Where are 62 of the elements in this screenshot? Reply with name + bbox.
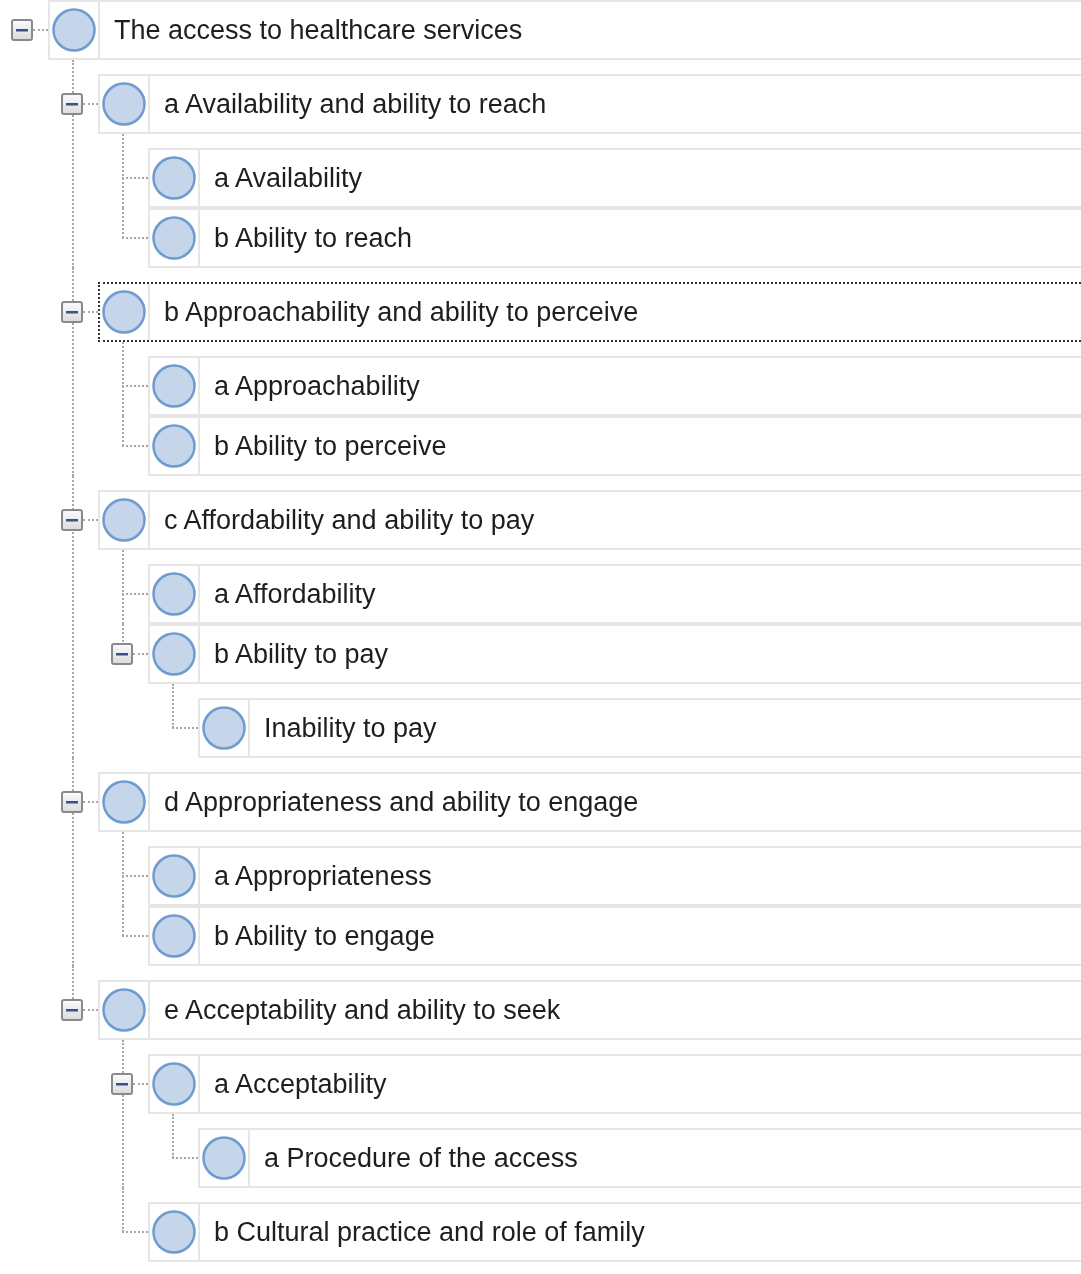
tree-node[interactable]: a Procedure of the access xyxy=(198,1128,1081,1188)
tree-node[interactable]: b Ability to engage xyxy=(148,906,1081,966)
node-label: a Procedure of the access xyxy=(263,1141,578,1175)
collapse-button[interactable] xyxy=(111,643,133,665)
node-label: a Approachability xyxy=(213,369,420,403)
circle-icon xyxy=(152,632,196,676)
tree-node[interactable]: The access to healthcare services xyxy=(48,0,1081,60)
collapse-button[interactable] xyxy=(61,999,83,1021)
node-label: a Acceptability xyxy=(213,1067,387,1101)
circle-icon xyxy=(152,1210,196,1254)
circle-icon xyxy=(102,780,146,824)
circle-icon xyxy=(202,1136,246,1180)
collapse-button[interactable] xyxy=(61,301,83,323)
circle-icon xyxy=(52,8,96,52)
circle-icon xyxy=(152,572,196,616)
tree-node[interactable]: e Acceptability and ability to seek xyxy=(98,980,1081,1040)
node-label: e Acceptability and ability to seek xyxy=(163,993,561,1027)
node-label: b Ability to reach xyxy=(213,221,413,255)
circle-icon xyxy=(102,290,146,334)
node-label: a Availability and ability to reach xyxy=(163,87,547,121)
collapse-button[interactable] xyxy=(111,1073,133,1095)
circle-icon xyxy=(102,988,146,1032)
node-label: a Affordability xyxy=(213,577,376,611)
collapse-button[interactable] xyxy=(61,791,83,813)
tree-node[interactable]: b Ability to perceive xyxy=(148,416,1081,476)
circle-icon xyxy=(152,424,196,468)
collapse-button[interactable] xyxy=(11,19,33,41)
tree-node[interactable]: a Availability and ability to reach xyxy=(98,74,1081,134)
tree-node[interactable]: a Acceptability xyxy=(148,1054,1081,1114)
tree-node[interactable]: a Availability xyxy=(148,148,1081,208)
tree-node[interactable]: b Ability to pay xyxy=(148,624,1081,684)
node-label: b Cultural practice and role of family xyxy=(213,1215,645,1249)
node-label: b Ability to engage xyxy=(213,919,435,953)
circle-icon xyxy=(152,156,196,200)
circle-icon xyxy=(152,216,196,260)
circle-icon xyxy=(152,914,196,958)
node-label: b Ability to perceive xyxy=(213,429,447,463)
circle-icon xyxy=(202,706,246,750)
circle-icon xyxy=(102,498,146,542)
tree-node[interactable]: b Cultural practice and role of family xyxy=(148,1202,1081,1262)
circle-icon xyxy=(102,82,146,126)
node-label: Inability to pay xyxy=(263,711,437,745)
tree-node[interactable]: c Affordability and ability to pay xyxy=(98,490,1081,550)
tree-node[interactable]: a Affordability xyxy=(148,564,1081,624)
tree-node[interactable]: a Approachability xyxy=(148,356,1081,416)
node-label: b Approachability and ability to perceive xyxy=(163,295,639,329)
node-label: c Affordability and ability to pay xyxy=(163,503,535,537)
collapse-button[interactable] xyxy=(61,509,83,531)
circle-icon xyxy=(152,1062,196,1106)
tree-node[interactable]: d Appropriateness and ability to engage xyxy=(98,772,1081,832)
node-label: d Appropriateness and ability to engage xyxy=(163,785,639,819)
tree-node[interactable]: b Approachability and ability to perceive xyxy=(98,282,1081,342)
circle-icon xyxy=(152,854,196,898)
collapse-button[interactable] xyxy=(61,93,83,115)
circle-icon xyxy=(152,364,196,408)
tree-node[interactable]: b Ability to reach xyxy=(148,208,1081,268)
node-label: a Availability xyxy=(213,161,363,195)
tree-node[interactable]: a Appropriateness xyxy=(148,846,1081,906)
node-label: b Ability to pay xyxy=(213,637,389,671)
node-label: The access to healthcare services xyxy=(113,13,523,47)
node-label: a Appropriateness xyxy=(213,859,432,893)
tree-node[interactable]: Inability to pay xyxy=(198,698,1081,758)
